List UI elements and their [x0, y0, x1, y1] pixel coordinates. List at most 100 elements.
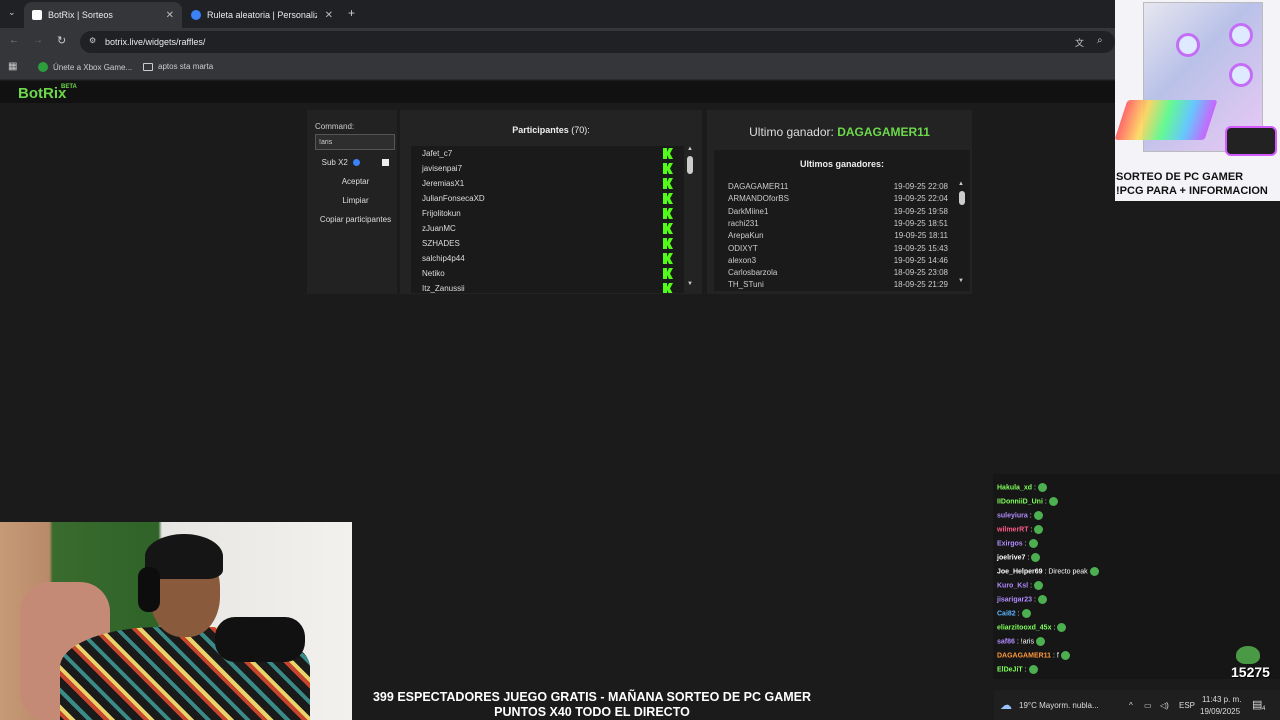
participant-name: JulianFonsecaXD: [422, 194, 485, 203]
winner-history-row: Carlosbarzola 18-09-25 23:08: [728, 268, 948, 277]
winner-history-name: rachi231: [728, 218, 759, 228]
frog-emote-icon: [1236, 646, 1260, 664]
command-input[interactable]: [315, 134, 395, 150]
kick-icon: [663, 283, 673, 293]
copy-participants-button[interactable]: Copiar participantes: [307, 215, 404, 224]
chat-username[interactable]: DAGAGAMER11: [997, 652, 1051, 659]
chat-username[interactable]: wilmerRT: [997, 526, 1029, 533]
stream-banner: 399 ESPECTADORES JUEGO GRATIS - MAÑANA S…: [352, 688, 832, 720]
close-tab-icon[interactable]: ✕: [325, 10, 333, 21]
ad-line-2: !PCG PARA + INFORMACION: [1116, 185, 1268, 197]
winner-history-name: ARMANDOforBS: [728, 194, 789, 204]
xbox-icon: [38, 62, 48, 72]
translate-icon[interactable]: 文: [1075, 36, 1084, 49]
clear-button[interactable]: Limpiar: [307, 196, 404, 205]
participant-item: salchip4p44: [411, 251, 684, 266]
winners-history-title: Ultimos ganadores:: [799, 159, 884, 169]
clock-date[interactable]: 19/09/2025: [1200, 707, 1240, 716]
bookmark-xbox[interactable]: Únete a Xbox Game...: [38, 62, 132, 72]
chat-username[interactable]: eliarzitooxd_45x: [997, 624, 1051, 631]
chat-username[interactable]: Joe_Helper69: [997, 568, 1043, 575]
participants-list[interactable]: Jafet_c7 javisenpai7 JeremiasX1 JulianFonse…: [411, 146, 684, 293]
winner-history-row: DarkMiine1 19-09-25 19:58: [728, 207, 948, 216]
tab-ruleta[interactable]: Ruleta aleatoria | Personaliza y ✕: [183, 2, 341, 28]
kick-icon: [663, 268, 673, 279]
winner-history-date: 19-09-25 22:04: [893, 194, 948, 204]
keyboard-image: [1114, 100, 1218, 140]
kick-icon: [663, 223, 673, 234]
winner-history-row: ArepaKun 19-09-25 18:11: [728, 231, 948, 240]
botrix-logo[interactable]: BotRix BETA: [18, 84, 77, 102]
emote-icon: [1037, 483, 1047, 492]
subx2-checkbox[interactable]: [382, 159, 390, 167]
history-scroll-down-icon[interactable]: ▼: [958, 278, 964, 284]
info-icon: [353, 159, 361, 167]
last-winner: Ultimo ganador: DAGAGAMER11: [707, 125, 972, 139]
chat-username[interactable]: suleyiura: [997, 512, 1028, 519]
chat-username[interactable]: ElDeJiT: [997, 666, 1023, 673]
chat-text: : Directo peak: [1044, 568, 1088, 576]
kick-icon: [663, 148, 673, 159]
participant-name: JeremiasX1: [422, 179, 465, 188]
chat-username[interactable]: jisarigar23: [997, 596, 1032, 603]
zoom-icon[interactable]: ⌕: [1097, 35, 1103, 46]
tray-chevron-icon[interactable]: ^: [1129, 701, 1133, 710]
participants-scrollbar[interactable]: [687, 156, 693, 174]
emote-icon: [1034, 581, 1044, 590]
site-info-icon[interactable]: ⚙: [89, 36, 96, 45]
reload-icon[interactable]: ↻: [57, 34, 66, 47]
participants-title-text: Participantes: [512, 125, 569, 135]
winner-history-name: ArepaKun: [728, 231, 764, 241]
history-scrollbar[interactable]: [959, 191, 965, 205]
wheel-favicon-icon: [191, 10, 201, 20]
chat-username[interactable]: IIDonniiD_Uni: [997, 498, 1043, 505]
winners-history[interactable]: Ultimos ganadores: DAGAGAMER11 19-09-25 2…: [714, 150, 970, 291]
chat-message: joelrive7 :: [997, 553, 1041, 562]
chat-username[interactable]: saf86: [997, 638, 1015, 645]
network-icon[interactable]: ▭: [1144, 701, 1152, 710]
chat-text: :: [1027, 554, 1030, 562]
chat-message: DAGAGAMER11 : f: [997, 651, 1070, 660]
forward-icon[interactable]: →: [33, 35, 43, 46]
bookmark-aptos[interactable]: aptos sta marta: [143, 62, 213, 71]
volume-icon[interactable]: ◁): [1160, 701, 1169, 710]
fan-icon: [1229, 23, 1253, 47]
new-tab-icon[interactable]: +: [348, 6, 355, 20]
chat-message: Cai82 :: [997, 609, 1031, 618]
close-tab-icon[interactable]: ✕: [166, 10, 174, 21]
apps-grid-icon[interactable]: ▦: [8, 61, 17, 72]
tab-search-chevron-icon[interactable]: ⌄: [8, 7, 16, 18]
chat-username[interactable]: Exirgos: [997, 540, 1023, 547]
notification-icon[interactable]: ▤: [1252, 698, 1262, 711]
chat-username[interactable]: Hakula_xd: [997, 484, 1032, 491]
address-bar[interactable]: ⚙ botrix.live/widgets/raffles/ 文 ⌕: [80, 31, 1115, 53]
notification-count: 4: [1262, 706, 1266, 712]
chat-username[interactable]: joelrive7: [997, 554, 1025, 561]
chat-message: jisarigar23 :: [997, 595, 1047, 604]
scroll-up-icon[interactable]: ▲: [687, 146, 693, 152]
weather-text[interactable]: 19°C Mayorm. nubla...: [1019, 701, 1099, 710]
chat-username[interactable]: Cai82: [997, 610, 1016, 617]
weather-icon[interactable]: ☁: [1000, 698, 1012, 712]
botrix-favicon-icon: [32, 10, 42, 20]
winner-history-date: 19-09-25 22:08: [893, 182, 948, 191]
folder-icon: [143, 62, 153, 71]
chat-text: : f: [1053, 652, 1059, 660]
emote-icon: [1048, 497, 1058, 506]
back-icon[interactable]: ←: [9, 35, 19, 46]
chat-message: ElDeJiT :: [997, 665, 1038, 674]
chat-text: :: [1024, 666, 1027, 674]
chat-text: :: [1033, 484, 1036, 492]
last-winner-label: Ultimo ganador:: [749, 125, 834, 139]
emote-icon: [1089, 567, 1099, 576]
mousepad-image: [1225, 126, 1277, 156]
language-indicator[interactable]: ESP: [1179, 701, 1195, 710]
tab-botrix[interactable]: BotRix | Sorteos ✕: [24, 2, 182, 28]
accept-button[interactable]: Aceptar: [307, 177, 404, 186]
scroll-down-icon[interactable]: ▼: [687, 281, 693, 287]
history-scroll-up-icon[interactable]: ▲: [958, 181, 964, 187]
clock-time[interactable]: 11:43 p. m.: [1202, 695, 1241, 704]
chat-username[interactable]: Kuro_Ksl: [997, 582, 1028, 589]
winner-history-date: 19-09-25 14:46: [893, 255, 948, 265]
tab-title: Ruleta aleatoria | Personaliza y: [207, 10, 317, 20]
